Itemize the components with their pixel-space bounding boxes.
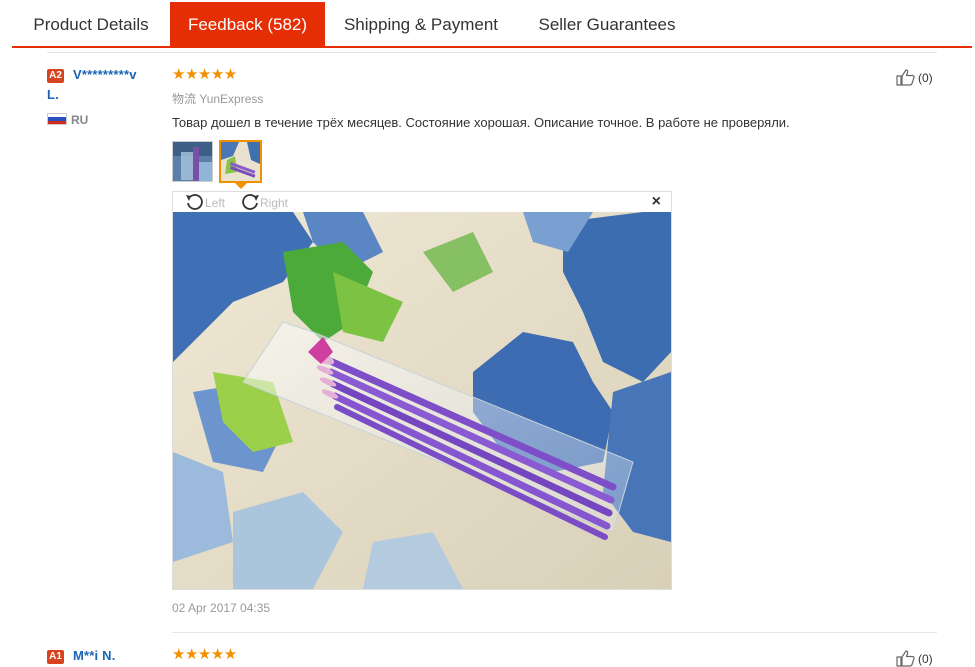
- star-rating: ★★★★★: [172, 646, 237, 663]
- rotate-left-button[interactable]: Left: [185, 193, 225, 211]
- review-comment: Товар дошел в течение трёх месяцев. Сост…: [172, 115, 790, 130]
- helpful-count: (0): [918, 652, 933, 666]
- photo-viewer-toolbar: Left Right ×: [173, 192, 671, 213]
- review-photo-large: [173, 212, 671, 589]
- photo-thumbnail-image: [173, 142, 212, 181]
- tab-seller-guarantees[interactable]: Seller Guarantees: [517, 3, 697, 46]
- flag-ru-icon: [47, 113, 67, 125]
- review-photo-thumbnail[interactable]: [172, 141, 213, 182]
- helpful-count: (0): [918, 71, 933, 85]
- thumbs-up-icon: [896, 650, 915, 667]
- username[interactable]: M**i N.: [73, 647, 116, 664]
- username[interactable]: V*********v: [73, 66, 137, 83]
- tab-product-details[interactable]: Product Details: [12, 3, 170, 46]
- username-continued[interactable]: L.: [47, 86, 59, 103]
- tab-feedback[interactable]: Feedback (582): [170, 2, 325, 47]
- review-photo-thumbnail-selected[interactable]: [219, 140, 262, 183]
- star-rating: ★★★★★: [172, 66, 237, 83]
- thumbs-up-icon: [896, 69, 915, 86]
- country-code: RU: [71, 113, 89, 127]
- helpful-button[interactable]: (0): [896, 649, 933, 667]
- logistics-label: 物流: [172, 92, 197, 106]
- tab-bar: Product Details Feedback (582) Shipping …: [12, 0, 972, 48]
- rotate-right-button[interactable]: Right: [240, 193, 288, 211]
- close-viewer-button[interactable]: ×: [652, 193, 661, 211]
- buyer-country: RU: [47, 113, 88, 127]
- review-date: 02 Apr 2017 04:35: [172, 601, 271, 615]
- logistics-info: 物流 YunExpress: [172, 90, 263, 107]
- rotate-right-icon: [242, 194, 259, 210]
- rotate-left-icon: [186, 194, 203, 210]
- tab-shipping-payment[interactable]: Shipping & Payment: [325, 3, 517, 46]
- helpful-button[interactable]: (0): [896, 68, 933, 86]
- rotate-right-label: Right: [260, 196, 289, 210]
- photo-viewer: Left Right ×: [172, 191, 672, 590]
- photo-thumbnail-image: [221, 142, 260, 181]
- buyer-level-badge: A2: [47, 69, 64, 83]
- rotate-left-label: Left: [205, 196, 226, 210]
- selected-thumbnail-indicator: [235, 183, 247, 189]
- divider: [47, 52, 937, 53]
- buyer-level-badge: A1: [47, 650, 64, 664]
- logistics-value: YunExpress: [199, 92, 264, 106]
- review-photo-image: [173, 212, 671, 589]
- divider: [172, 632, 937, 633]
